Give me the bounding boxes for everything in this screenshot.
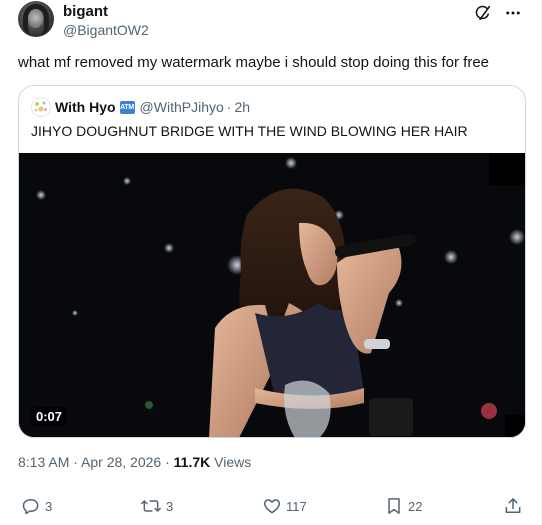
author-handle[interactable]: @BigantOW2 <box>63 22 149 38</box>
share-button[interactable] <box>503 496 523 516</box>
avatar[interactable] <box>18 1 54 37</box>
repost-button[interactable]: 3 <box>140 496 173 516</box>
more-icon[interactable] <box>503 3 523 23</box>
quoted-text: JIHYO DOUGHNUT BRIDGE WITH THE WIND BLOW… <box>31 123 468 139</box>
repost-count: 3 <box>166 498 174 514</box>
tweet-header-actions <box>473 3 523 23</box>
quoted-badge-atm: ATM <box>119 100 135 114</box>
video-duration: 0:07 <box>31 407 68 426</box>
share-icon <box>505 498 521 513</box>
grok-icon[interactable] <box>473 3 493 23</box>
action-bar: 3 3 117 22 <box>18 496 524 518</box>
separator-dot: · <box>226 99 232 115</box>
like-icon <box>263 499 281 514</box>
like-count: 117 <box>286 498 307 514</box>
reply-icon <box>22 499 39 515</box>
tweet-text: what mf removed my watermark maybe i sho… <box>18 54 490 71</box>
quoted-tweet-header: With Hyo ATM @WithPJihyo · 2h <box>31 97 250 117</box>
tweet: bigant @BigantOW2 what mf removed my wat… <box>0 0 542 525</box>
quoted-handle[interactable]: @WithPJihyo <box>140 99 224 115</box>
views-count: 11.7K <box>173 454 211 470</box>
quoted-time[interactable]: 2h <box>234 99 250 115</box>
tweet-meta: 8:13 AM · Apr 28, 2026 · 11.7K Views <box>18 454 251 470</box>
reply-button[interactable]: 3 <box>21 496 52 516</box>
quoted-display-name[interactable]: With Hyo <box>55 99 116 115</box>
bookmark-button[interactable]: 22 <box>384 496 422 516</box>
views-label: Views <box>210 454 252 470</box>
video-frame <box>19 153 525 437</box>
like-button[interactable]: 117 <box>262 496 307 516</box>
video-player[interactable]: 0:07 <box>19 153 525 437</box>
quoted-tweet[interactable]: With Hyo ATM @WithPJihyo · 2h JIHYO DOUG… <box>18 85 526 438</box>
quoted-avatar[interactable] <box>31 97 51 117</box>
bookmark-icon <box>388 498 400 514</box>
author-display-name[interactable]: bigant <box>63 3 108 20</box>
repost-icon <box>141 500 161 512</box>
reply-count: 3 <box>45 498 53 514</box>
bookmark-count: 22 <box>408 498 423 514</box>
tweet-timestamp[interactable]: 8:13 AM · Apr 28, 2026 · <box>18 454 174 470</box>
